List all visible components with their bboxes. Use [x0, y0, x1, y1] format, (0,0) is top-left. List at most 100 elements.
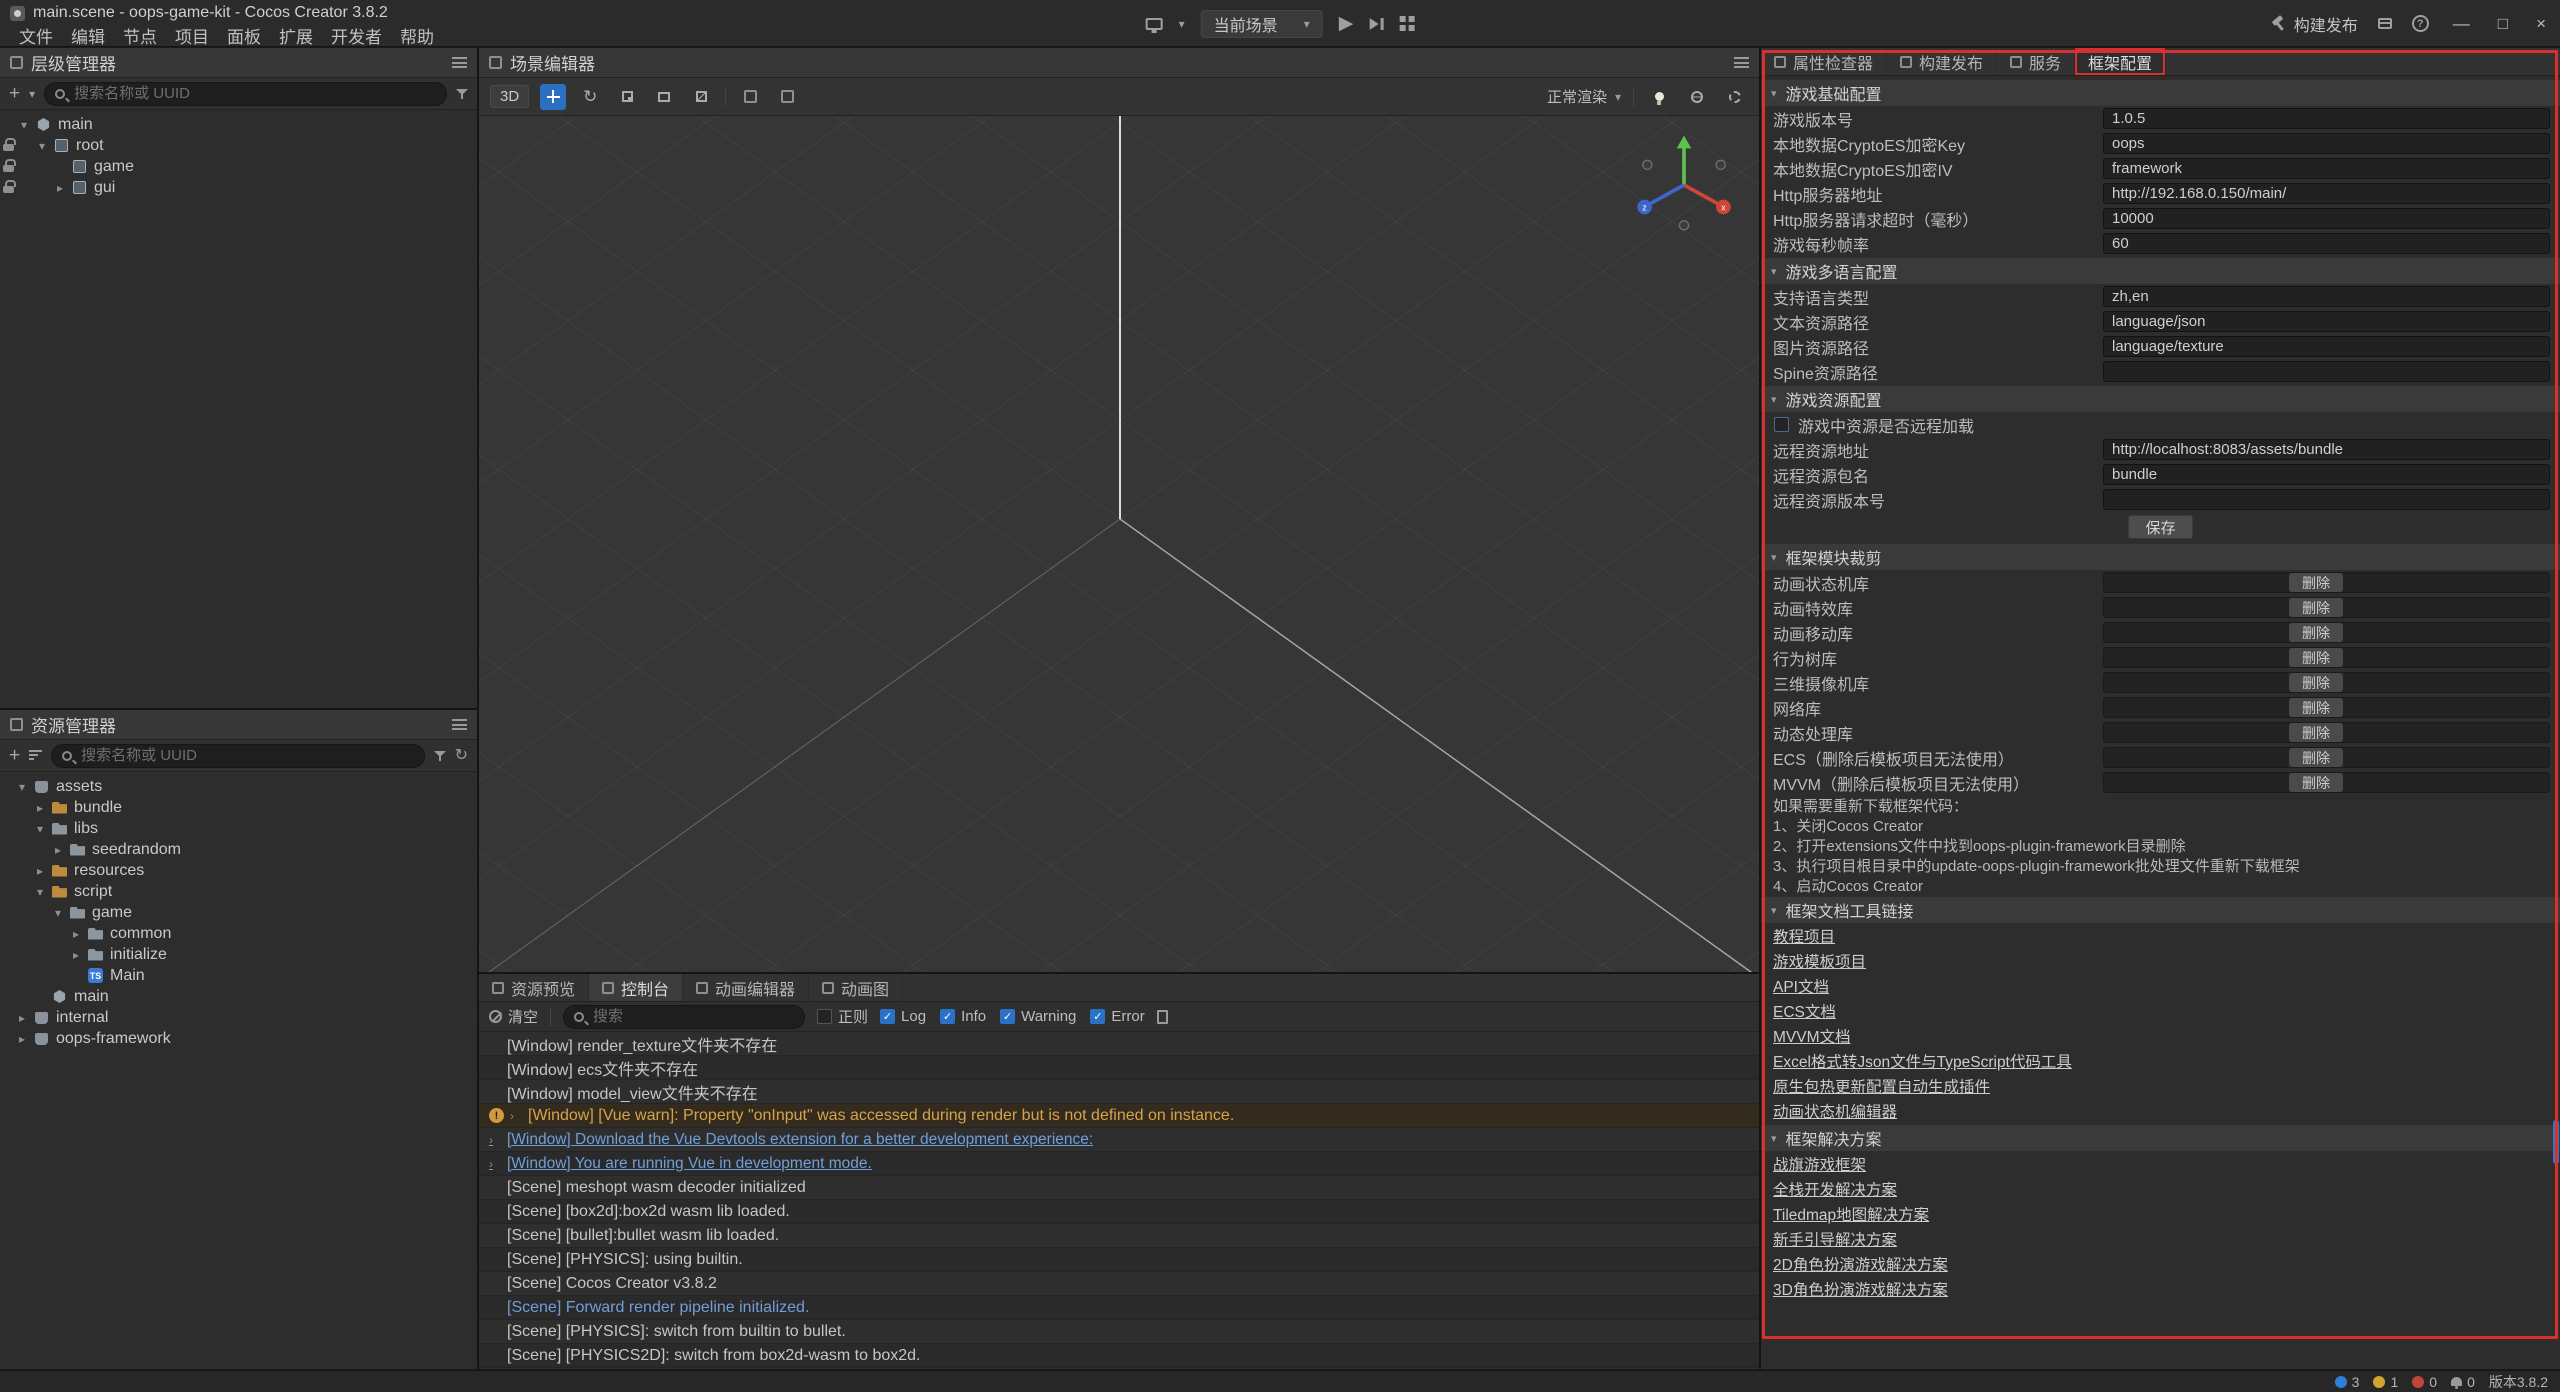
menu-item[interactable]: 编辑 [62, 23, 114, 48]
property-input[interactable] [2103, 361, 2550, 382]
tree-node[interactable]: ▾ root [0, 135, 477, 156]
tree-node[interactable]: ▾ game [0, 902, 477, 923]
log-row[interactable]: [Scene] [box2d]:box2d wasm lib loaded. [479, 1200, 1759, 1224]
log-filter[interactable]: Info [940, 1008, 986, 1025]
property-input[interactable] [2103, 108, 2550, 129]
log-row[interactable]: [Window] model_view文件夹不存在 [479, 1080, 1759, 1104]
log-filter[interactable]: Log [880, 1008, 926, 1025]
current-scene-select[interactable]: 当前场景 ▾ [1201, 10, 1323, 38]
menu-item[interactable]: 面板 [218, 23, 270, 48]
property-input[interactable] [2103, 233, 2550, 254]
scene-viewport[interactable]: x z [479, 116, 1759, 972]
property-input[interactable] [2103, 439, 2550, 460]
section-header-docs[interactable]: ▾ 框架文档工具链接 [1761, 897, 2560, 923]
preview-caret-icon[interactable]: ▾ [1179, 17, 1185, 31]
assets-search-input[interactable] [79, 746, 413, 765]
log-row[interactable]: [Scene] [PHYSICS]: switch from builtin t… [479, 1320, 1759, 1344]
hierarchy-filter-icon[interactable] [456, 88, 468, 100]
notification-count[interactable]: 0 [2451, 1374, 2475, 1390]
scene-light-toggle[interactable] [1646, 84, 1672, 110]
doc-link[interactable]: MVVM文档 [1773, 1025, 1851, 1047]
package-icon[interactable] [2378, 18, 2392, 29]
rotate-tool-button[interactable]: ↻ [577, 84, 603, 110]
menu-item[interactable]: 帮助 [391, 23, 443, 48]
help-icon[interactable] [2412, 15, 2429, 32]
tree-node[interactable]: ▾ libs [0, 818, 477, 839]
menu-item[interactable]: 文件 [10, 23, 62, 48]
tree-node[interactable]: ▸ common [0, 923, 477, 944]
doc-link[interactable]: 动画状态机编辑器 [1773, 1100, 1897, 1122]
tab[interactable]: 资源预览 [479, 974, 589, 1001]
expand-arrow-icon[interactable]: ▸ [48, 843, 68, 857]
expand-arrow-icon[interactable]: ▾ [32, 139, 52, 153]
minimize-button[interactable]: — [2449, 14, 2474, 34]
tree-node[interactable]: ▸ gui [0, 177, 477, 198]
filter-checkbox[interactable] [940, 1009, 955, 1024]
preview-device-button[interactable] [1146, 18, 1163, 30]
tree-node[interactable]: ▾ main [0, 114, 477, 135]
doc-link[interactable]: 战旗游戏框架 [1773, 1153, 1866, 1175]
expand-arrow-icon[interactable]: ▸ [66, 927, 86, 941]
doc-link[interactable]: 游戏模板项目 [1773, 950, 1866, 972]
move-tool-button[interactable] [540, 84, 566, 110]
doc-link[interactable]: 新手引导解决方案 [1773, 1228, 1897, 1250]
log-row[interactable]: [Scene] [PHYSICS2D]: switch from box2d-w… [479, 1344, 1759, 1368]
expand-arrow-icon[interactable]: ▸ [30, 864, 50, 878]
sort-assets-icon[interactable] [29, 750, 42, 761]
preview-grid-button[interactable] [1399, 16, 1414, 31]
transform-tool-button[interactable] [688, 84, 714, 110]
module-delete-button[interactable]: 删除 [2289, 723, 2343, 742]
expand-arrow-icon[interactable]: ▾ [48, 906, 68, 920]
step-button[interactable] [1369, 18, 1383, 30]
log-row[interactable]: › [Window] Download the Vue Devtools ext… [479, 1128, 1759, 1152]
hierarchy-search[interactable] [44, 82, 447, 106]
doc-link[interactable]: 原生包热更新配置自动生成插件 [1773, 1075, 1990, 1097]
close-button[interactable]: × [2532, 14, 2550, 34]
warning-count[interactable]: 1 [2373, 1374, 2398, 1390]
module-delete-button[interactable]: 删除 [2289, 673, 2343, 692]
module-delete-button[interactable]: 删除 [2289, 773, 2343, 792]
property-input[interactable] [2103, 311, 2550, 332]
log-row[interactable]: › [Window] [Vue warn]: Property "onInput… [479, 1104, 1759, 1128]
axis-gizmo[interactable]: x z [1629, 130, 1739, 240]
console-search-input[interactable] [591, 1007, 794, 1026]
tree-node[interactable]: Main [0, 965, 477, 986]
tab[interactable]: 构建发布 [1887, 48, 1997, 75]
log-row[interactable]: [Window] ecs文件夹不存在 [479, 1056, 1759, 1080]
console-search[interactable] [563, 1005, 805, 1029]
tree-node[interactable]: ▸ resources [0, 860, 477, 881]
tab[interactable]: 动画图 [809, 974, 903, 1001]
add-node-caret-icon[interactable]: ▾ [29, 87, 35, 101]
section-header-solutions[interactable]: ▾ 框架解决方案 [1761, 1125, 2560, 1151]
property-input[interactable] [2103, 208, 2550, 229]
log-row[interactable]: [Scene] [bullet]:bullet wasm lib loaded. [479, 1224, 1759, 1248]
doc-link[interactable]: 教程项目 [1773, 925, 1835, 947]
tree-node[interactable]: ▸ oops-framework [0, 1028, 477, 1049]
tab[interactable]: 服务 [1997, 48, 2075, 75]
property-input[interactable] [2103, 336, 2550, 357]
neg-x-axis-dot[interactable] [1643, 160, 1652, 169]
log-row[interactable]: [Scene] Cocos Creator v3.8.2 [479, 1272, 1759, 1296]
log-filter[interactable]: Warning [1000, 1008, 1076, 1025]
menu-item[interactable]: 项目 [166, 23, 218, 48]
error-count[interactable]: 0 [2412, 1374, 2437, 1390]
tree-node[interactable]: ▾ assets [0, 776, 477, 797]
tab[interactable]: 框架配置 [2075, 48, 2166, 75]
expand-arrow-icon[interactable]: ▸ [50, 181, 70, 195]
panel-menu-icon[interactable] [452, 57, 467, 68]
tree-node[interactable]: main [0, 986, 477, 1007]
mode-3d-button[interactable]: 3D [490, 85, 529, 108]
expand-arrow-icon[interactable]: ▾ [30, 885, 50, 899]
menu-item[interactable]: 扩展 [270, 23, 322, 48]
save-button[interactable]: 保存 [2128, 515, 2192, 539]
doc-link[interactable]: API文档 [1773, 975, 1829, 997]
section-header-resource[interactable]: ▾ 游戏资源配置 [1761, 386, 2560, 412]
log-row[interactable]: [Scene] Forward render pipeline initiali… [479, 1296, 1759, 1320]
log-expand-arrow-icon[interactable]: › [510, 1109, 522, 1123]
coordinate-toggle-button[interactable] [774, 84, 800, 110]
tree-node[interactable]: game [0, 156, 477, 177]
log-filter[interactable]: Error [1090, 1008, 1144, 1025]
neg-z-axis-dot[interactable] [1716, 160, 1725, 169]
property-input[interactable] [2103, 464, 2550, 485]
expand-arrow-icon[interactable]: ▾ [30, 822, 50, 836]
